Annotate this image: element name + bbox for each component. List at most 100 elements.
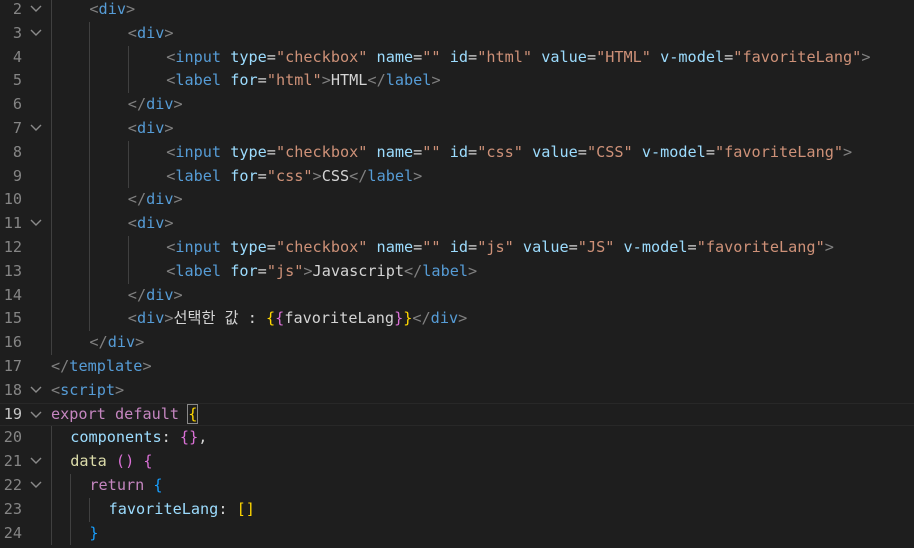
code-token: name: [376, 142, 414, 161]
indent-guide: [51, 188, 52, 213]
code-line[interactable]: 9 <label for="css">CSS</label>: [0, 164, 914, 189]
code-line[interactable]: 10 </div>: [0, 188, 914, 213]
code-token: <: [166, 261, 176, 280]
code-text: <label for="js">Javascript</label>: [166, 260, 477, 284]
code-line[interactable]: 11 <div>: [0, 212, 914, 236]
fold-chevron-icon[interactable]: [30, 212, 44, 236]
line-number: 23: [3, 499, 22, 518]
code-token: template: [69, 357, 143, 375]
code-line[interactable]: 4 <input type="checkbox" name="" id="html…: [0, 45, 914, 70]
code-token: </: [349, 166, 368, 185]
line-number: 19: [3, 404, 22, 423]
code-token: name: [376, 238, 414, 256]
code-token: </: [127, 285, 147, 304]
code-line[interactable]: 8 <input type="checkbox" name="" id="css"…: [0, 140, 914, 165]
code-line[interactable]: 14 </div>: [0, 283, 914, 308]
code-line[interactable]: 3 <div>: [0, 21, 914, 46]
code-line[interactable]: 16 </div>: [0, 331, 914, 355]
line-number: 18: [3, 380, 22, 399]
code-token: Javascript: [312, 261, 404, 280]
code-token: }: [403, 309, 413, 328]
line-number: 5: [12, 71, 22, 90]
code-line[interactable]: 19 export default {: [0, 402, 914, 428]
code-token: "html": [266, 71, 322, 90]
code-token: id: [449, 47, 469, 66]
indent-guide: [127, 140, 129, 165]
fold-chevron-icon[interactable]: [30, 0, 44, 22]
code-text: <div>: [89, 0, 135, 22]
code-token: div: [136, 214, 165, 233]
indent-guide: [89, 188, 91, 213]
code-line[interactable]: 15 <div>선택한 값 : {{favoriteLang}}</div>: [0, 307, 914, 332]
code-line[interactable]: 21 data () {: [0, 450, 914, 474]
code-token: value: [532, 142, 578, 161]
code-token: data: [70, 452, 107, 471]
code-token: >: [125, 0, 136, 18]
code-token: >: [468, 261, 478, 280]
code-token: :: [161, 428, 180, 447]
code-line[interactable]: 23 favoriteLang: []: [0, 497, 914, 522]
code-token: <: [89, 0, 99, 18]
code-token: =: [257, 261, 267, 280]
code-text: </div>: [89, 331, 144, 355]
code-line[interactable]: 20 components: {},: [0, 426, 914, 451]
code-line[interactable]: 13 <label for="js">Javascript</label>: [0, 259, 914, 284]
code-token: <: [127, 309, 137, 328]
fold-chevron-icon[interactable]: [30, 474, 44, 498]
code-line[interactable]: 24}: [0, 521, 914, 546]
code-token: <: [166, 47, 176, 66]
fold-chevron-icon[interactable]: [30, 379, 44, 403]
code-token: =: [413, 142, 423, 161]
indent-guide: [51, 212, 52, 236]
indent-guide: [51, 521, 52, 546]
code-line[interactable]: 12 <input type="checkbox" name="" id="js"…: [0, 236, 914, 260]
code-line[interactable]: 5 <label for="html">HTML</label>: [0, 69, 914, 94]
code-token: =: [413, 47, 423, 66]
code-token: "checkbox": [275, 47, 368, 66]
indent-guide: [89, 140, 91, 165]
code-line[interactable]: 7 <div>: [0, 117, 914, 141]
code-token: <: [127, 119, 137, 137]
line-number: 17: [3, 357, 22, 375]
code-token: for: [230, 261, 258, 280]
code-token: </: [127, 95, 147, 114]
code-token: {}: [179, 428, 199, 447]
fold-chevron-icon[interactable]: [30, 117, 44, 141]
fold-chevron-icon[interactable]: [30, 22, 44, 46]
code-line[interactable]: 17 </template>: [0, 355, 914, 379]
fold-chevron-icon[interactable]: [30, 450, 44, 474]
code-editor[interactable]: 2 <div> 3 <div> 4 <input type="checkbox" name…: [0, 0, 914, 548]
code-token: value: [541, 47, 587, 66]
code-line[interactable]: 2 <div>: [0, 0, 914, 22]
code-token: "css": [477, 142, 523, 161]
code-token: label: [175, 261, 222, 280]
code-token: >: [142, 357, 152, 375]
fold-chevron-icon[interactable]: [30, 404, 44, 428]
indent-guide: [70, 521, 72, 546]
code-token: >: [135, 333, 145, 352]
code-token: id: [449, 238, 469, 256]
indent-guide: [127, 45, 129, 70]
indent-guide: [89, 69, 91, 94]
code-line[interactable]: 6 </div>: [0, 93, 914, 117]
code-token: >: [312, 166, 322, 185]
code-token: div: [136, 309, 165, 328]
code-line[interactable]: 18 <script>: [0, 379, 914, 403]
code-token: {: [187, 403, 199, 424]
code-token: "checkbox": [275, 238, 368, 256]
code-token: >: [164, 23, 174, 42]
indent-guide: [127, 164, 129, 189]
line-number: 8: [12, 142, 22, 161]
code-token: "": [422, 142, 441, 161]
code-text: export default {: [51, 403, 199, 426]
indent-guide: [51, 164, 52, 189]
code-line[interactable]: 22 return {: [0, 474, 914, 498]
code-token: <: [51, 380, 61, 399]
line-number: 24: [3, 523, 22, 542]
